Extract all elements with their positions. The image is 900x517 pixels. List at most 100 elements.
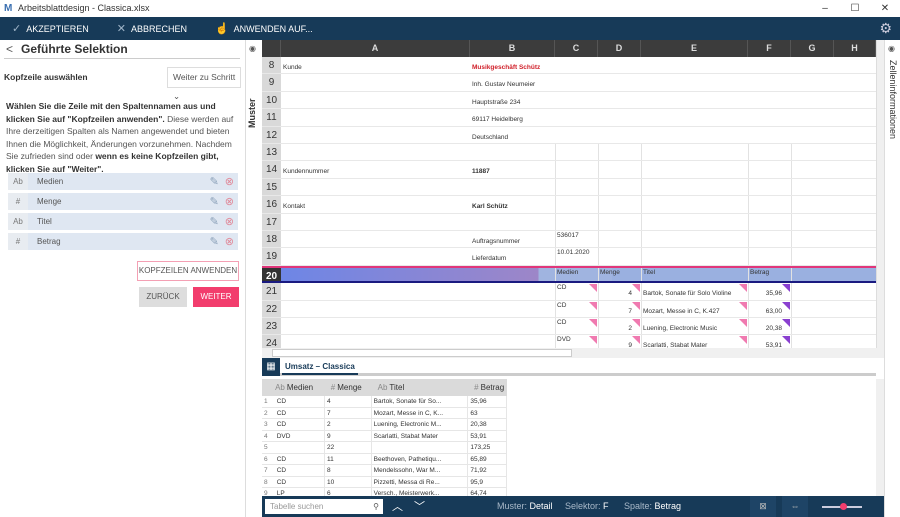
sheet-row-13[interactable]: 13 — [262, 144, 876, 162]
row-number[interactable]: 15 — [262, 178, 281, 196]
cell-b18[interactable]: Auftragsnummer — [470, 231, 555, 247]
back-button[interactable]: ZURÜCK — [139, 287, 187, 307]
spreadsheet-grid[interactable]: ABCDEFGH 8 Kunde Musikgeschäft Schütz 9 Inh.… — [262, 40, 876, 348]
cell-b10[interactable]: Hauptstraße 234 — [470, 92, 555, 108]
row-number[interactable]: 20 — [262, 267, 281, 282]
row-number[interactable]: 16 — [262, 196, 281, 213]
corner[interactable] — [262, 40, 281, 57]
row-number[interactable]: 19 — [262, 248, 281, 265]
remove-icon[interactable]: ⊗ — [225, 195, 234, 208]
column-header-b[interactable]: B — [470, 40, 555, 57]
row-number[interactable]: 24 — [262, 335, 281, 348]
cell-c19[interactable]: 10.01.2020 — [555, 248, 598, 264]
edit-icon[interactable]: ✎ — [210, 215, 219, 228]
cell-c20[interactable]: Medien — [555, 268, 598, 281]
row-number[interactable]: 12 — [262, 126, 281, 143]
cell-a14[interactable]: Kundennummer — [281, 161, 470, 177]
preview-row[interactable]: 6 CD 11 Beethoven, Pathetiqu... 65,89 — [262, 453, 507, 465]
cell-b12[interactable]: Deutschland — [470, 127, 555, 143]
row-number[interactable]: 9 — [262, 74, 281, 91]
sheet-row-16[interactable]: 16 Kontakt Karl Schütz — [262, 196, 876, 214]
cell-e21[interactable]: Bartok, Sonate für Solo Violine — [641, 283, 748, 299]
back-chevron-icon[interactable]: < — [6, 42, 13, 56]
cell-c18[interactable]: 536017 — [555, 231, 598, 247]
sheet-row-10[interactable]: 10 Hauptstraße 234 — [262, 91, 876, 110]
gear-icon[interactable]: ⚙ — [879, 20, 892, 37]
cell-f20[interactable]: Betrag — [748, 268, 791, 281]
sheet-row-17[interactable]: 17 — [262, 213, 876, 231]
column-header-d[interactable]: D — [598, 40, 641, 57]
excel-icon[interactable]: ⊠ — [750, 496, 776, 517]
cell-e23[interactable]: Luening, Electronic Music — [641, 318, 748, 334]
cell-b11[interactable]: 69117 Heidelberg — [470, 109, 555, 125]
cell-b19[interactable]: Lieferdatum — [470, 248, 555, 264]
cell-a16[interactable]: Kontakt — [281, 196, 470, 212]
table-search-input[interactable]: Tabelle suchen ⚲ — [265, 499, 383, 514]
zoom-slider[interactable] — [822, 503, 862, 510]
remove-icon[interactable]: ⊗ — [225, 175, 234, 188]
remove-icon[interactable]: ⊗ — [225, 235, 234, 248]
cell-a8[interactable]: Kunde — [281, 57, 470, 73]
sheet-row-14[interactable]: 14 Kundennummer 11887 — [262, 161, 876, 179]
preview-row[interactable]: 3 CD 2 Luening, Electronic M... 20,38 — [262, 419, 507, 431]
remove-icon[interactable]: ⊗ — [225, 215, 234, 228]
search-icon[interactable]: ⚲ — [373, 499, 379, 514]
next-button[interactable]: WEITER — [193, 287, 239, 307]
preview-header-betrag[interactable]: # Betrag — [468, 379, 507, 396]
muster-sidebar[interactable]: ◉ Muster — [246, 40, 262, 517]
accept-button[interactable]: ✓ AKZEPTIEREN — [12, 22, 89, 35]
sheet-row-12[interactable]: 12 Deutschland — [262, 126, 876, 144]
apply-headers-button[interactable]: KOPFZEILEN ANWENDEN — [137, 261, 239, 281]
column-header-e[interactable]: E — [641, 40, 748, 57]
edit-icon[interactable]: ✎ — [210, 195, 219, 208]
table-icon[interactable]: ▦ — [262, 358, 280, 376]
column-header-f[interactable]: F — [748, 40, 791, 57]
edit-icon[interactable]: ✎ — [210, 175, 219, 188]
sheet-row-18[interactable]: 18 Auftragsnummer 536017 — [262, 231, 876, 249]
maximize-button[interactable]: ☐ — [840, 0, 870, 17]
row-number[interactable]: 14 — [262, 161, 281, 178]
preview-header-titel[interactable]: Ab Titel — [372, 379, 469, 396]
cell-b14[interactable]: 11887 — [470, 161, 555, 177]
step-dropdown[interactable]: Weiter zu Schritt ⌄ — [167, 67, 241, 101]
sheet-row-8[interactable]: 8 Kunde Musikgeschäft Schütz — [262, 57, 876, 75]
preview-row[interactable]: 5 22 173,25 — [262, 442, 507, 454]
chevron-up-icon[interactable]: ︿ — [392, 498, 403, 514]
preview-row[interactable]: 4 DVD 9 Scarlatti, Stabat Mater 53,91 — [262, 430, 507, 442]
preview-row[interactable]: 1 CD 4 Bartok, Sonate für So... 35,96 — [262, 396, 507, 408]
sheet-row-24[interactable]: 24 DVD 9 Scarlatti, Stabat Mater 53,91 — [262, 335, 876, 348]
preview-header-medien[interactable]: Ab Medien — [269, 379, 325, 396]
edit-icon[interactable]: ✎ — [210, 235, 219, 248]
row-number[interactable]: 11 — [262, 109, 281, 126]
column-header-a[interactable]: A — [281, 40, 470, 57]
cell-e22[interactable]: Mozart, Messe in C, K.427 — [641, 301, 748, 317]
column-header-g[interactable]: G — [791, 40, 834, 57]
row-number[interactable]: 13 — [262, 144, 281, 161]
vertical-scrollbar[interactable] — [876, 40, 884, 348]
preview-row[interactable]: 8 CD 10 Pizzetti, Messa di Re... 95,9 — [262, 476, 507, 488]
horizontal-scrollbar[interactable] — [262, 348, 884, 358]
sheet-row-23[interactable]: 23 CD 2 Luening, Electronic Music 20,38 — [262, 318, 876, 336]
sheet-row-11[interactable]: 11 69117 Heidelberg — [262, 109, 876, 127]
chevron-down-icon[interactable]: ﹀ — [414, 498, 425, 514]
column-header-h[interactable]: H — [834, 40, 876, 57]
pin-icon[interactable]: ◉ — [888, 44, 895, 53]
close-button[interactable]: ✕ — [870, 0, 900, 17]
row-number[interactable]: 8 — [262, 57, 281, 74]
sheet-row-20[interactable]: 20 Medien Menge Titel Betrag — [262, 265, 876, 284]
pin-icon[interactable]: ◉ — [249, 44, 256, 53]
cell-b8[interactable]: Musikgeschäft Schütz — [470, 57, 555, 73]
row-number[interactable]: 21 — [262, 283, 281, 300]
cell-e24[interactable]: Scarlatti, Stabat Mater — [641, 335, 748, 348]
sheet-row-21[interactable]: 21 CD 4 Bartok, Sonate für Solo Violine 35,9… — [262, 283, 876, 301]
tab-umsatz-classica[interactable]: Umsatz – Classica — [282, 359, 358, 375]
sheet-row-19[interactable]: 19 Lieferdatum 10.01.2020 — [262, 248, 876, 266]
sheet-row-22[interactable]: 22 CD 7 Mozart, Messe in C, K.427 63,00 — [262, 300, 876, 318]
row-number[interactable]: 17 — [262, 213, 281, 230]
scroll-thumb[interactable] — [272, 349, 572, 357]
preview-row[interactable]: 2 CD 7 Mozart, Messe in C, K... 63 — [262, 407, 507, 419]
sheet-row-15[interactable]: 15 — [262, 178, 876, 197]
preview-scrollbar[interactable] — [876, 379, 884, 496]
zoom-slider-knob[interactable] — [840, 503, 847, 510]
row-number[interactable]: 10 — [262, 91, 281, 109]
